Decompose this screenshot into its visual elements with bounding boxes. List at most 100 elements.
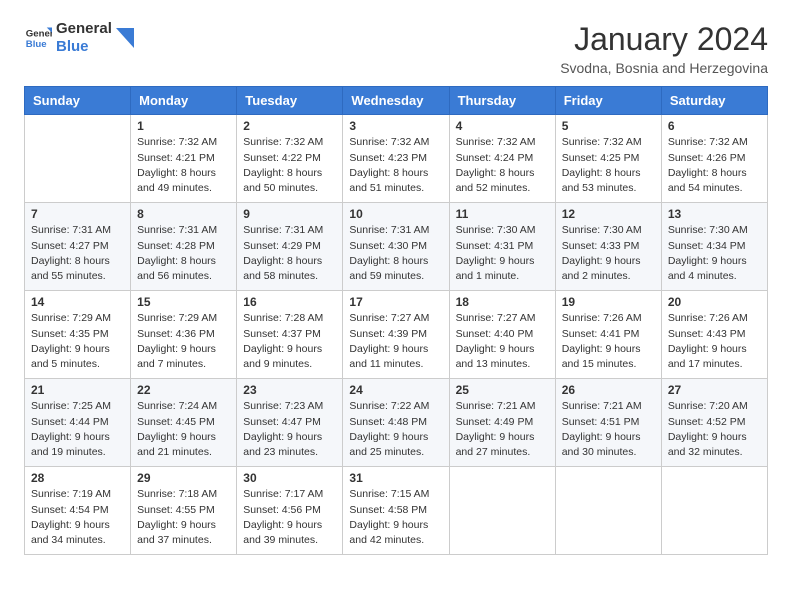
day-info: Sunrise: 7:23 AMSunset: 4:47 PMDaylight:…	[243, 399, 336, 460]
day-info: Sunrise: 7:27 AMSunset: 4:40 PMDaylight:…	[456, 311, 549, 372]
day-cell: 10 Sunrise: 7:31 AMSunset: 4:30 PMDayligh…	[343, 203, 449, 291]
weekday-thursday: Thursday	[449, 87, 555, 115]
day-number: 22	[137, 383, 230, 397]
logo-blue: Blue	[56, 38, 112, 56]
day-cell	[449, 467, 555, 555]
day-number: 23	[243, 383, 336, 397]
day-info: Sunrise: 7:30 AMSunset: 4:31 PMDaylight:…	[456, 223, 549, 284]
day-info: Sunrise: 7:32 AMSunset: 4:21 PMDaylight:…	[137, 135, 230, 196]
day-info: Sunrise: 7:32 AMSunset: 4:24 PMDaylight:…	[456, 135, 549, 196]
day-number: 4	[456, 119, 549, 133]
day-number: 19	[562, 295, 655, 309]
day-number: 15	[137, 295, 230, 309]
day-cell: 2 Sunrise: 7:32 AMSunset: 4:22 PMDaylight…	[237, 115, 343, 203]
day-info: Sunrise: 7:26 AMSunset: 4:41 PMDaylight:…	[562, 311, 655, 372]
day-info: Sunrise: 7:32 AMSunset: 4:26 PMDaylight:…	[668, 135, 761, 196]
day-cell: 13 Sunrise: 7:30 AMSunset: 4:34 PMDayligh…	[661, 203, 767, 291]
day-number: 21	[31, 383, 124, 397]
week-row-2: 14 Sunrise: 7:29 AMSunset: 4:35 PMDayligh…	[25, 291, 768, 379]
day-number: 7	[31, 207, 124, 221]
day-cell: 23 Sunrise: 7:23 AMSunset: 4:47 PMDayligh…	[237, 379, 343, 467]
day-info: Sunrise: 7:21 AMSunset: 4:51 PMDaylight:…	[562, 399, 655, 460]
day-cell: 8Sunrise: 7:31 AMSunset: 4:28 PMDaylight…	[131, 203, 237, 291]
calendar-table: SundayMondayTuesdayWednesdayThursdayFrid…	[24, 86, 768, 555]
day-cell: 18 Sunrise: 7:27 AMSunset: 4:40 PMDayligh…	[449, 291, 555, 379]
day-cell: 1 Sunrise: 7:32 AMSunset: 4:21 PMDaylight…	[131, 115, 237, 203]
week-row-0: 1 Sunrise: 7:32 AMSunset: 4:21 PMDaylight…	[25, 115, 768, 203]
day-info: Sunrise: 7:17 AMSunset: 4:56 PMDaylight:…	[243, 487, 336, 548]
day-cell: 31 Sunrise: 7:15 AMSunset: 4:58 PMDayligh…	[343, 467, 449, 555]
day-cell	[661, 467, 767, 555]
day-number: 30	[243, 471, 336, 485]
day-number: 2	[243, 119, 336, 133]
weekday-sunday: Sunday	[25, 87, 131, 115]
logo-text: General Blue	[56, 20, 112, 56]
day-cell: 21 Sunrise: 7:25 AMSunset: 4:44 PMDayligh…	[25, 379, 131, 467]
day-info: Sunrise: 7:29 AMSunset: 4:36 PMDaylight:…	[137, 311, 230, 372]
weekday-monday: Monday	[131, 87, 237, 115]
month-title: January 2024	[560, 20, 768, 58]
day-cell: 11 Sunrise: 7:30 AMSunset: 4:31 PMDayligh…	[449, 203, 555, 291]
day-cell: 27Sunrise: 7:20 AMSunset: 4:52 PMDayligh…	[661, 379, 767, 467]
week-row-3: 21 Sunrise: 7:25 AMSunset: 4:44 PMDayligh…	[25, 379, 768, 467]
day-info: Sunrise: 7:28 AMSunset: 4:37 PMDaylight:…	[243, 311, 336, 372]
day-info: Sunrise: 7:27 AMSunset: 4:39 PMDaylight:…	[349, 311, 442, 372]
day-info: Sunrise: 7:22 AMSunset: 4:48 PMDaylight:…	[349, 399, 442, 460]
header: General Blue General Blue January 2024 S…	[24, 20, 768, 76]
day-info: Sunrise: 7:26 AMSunset: 4:43 PMDaylight:…	[668, 311, 761, 372]
day-number: 16	[243, 295, 336, 309]
day-cell: 24Sunrise: 7:22 AMSunset: 4:48 PMDayligh…	[343, 379, 449, 467]
day-number: 3	[349, 119, 442, 133]
svg-text:General: General	[26, 28, 52, 39]
day-info: Sunrise: 7:19 AMSunset: 4:54 PMDaylight:…	[31, 487, 124, 548]
day-number: 26	[562, 383, 655, 397]
day-number: 14	[31, 295, 124, 309]
day-cell: 19 Sunrise: 7:26 AMSunset: 4:41 PMDayligh…	[555, 291, 661, 379]
day-number: 25	[456, 383, 549, 397]
day-cell: 16 Sunrise: 7:28 AMSunset: 4:37 PMDayligh…	[237, 291, 343, 379]
day-cell: 14 Sunrise: 7:29 AMSunset: 4:35 PMDayligh…	[25, 291, 131, 379]
logo-triangle-icon	[116, 28, 134, 48]
svg-text:Blue: Blue	[26, 39, 47, 50]
day-cell	[25, 115, 131, 203]
day-info: Sunrise: 7:30 AMSunset: 4:34 PMDaylight:…	[668, 223, 761, 284]
day-cell	[555, 467, 661, 555]
day-info: Sunrise: 7:32 AMSunset: 4:22 PMDaylight:…	[243, 135, 336, 196]
day-number: 29	[137, 471, 230, 485]
day-cell: 9Sunrise: 7:31 AMSunset: 4:29 PMDaylight…	[237, 203, 343, 291]
weekday-wednesday: Wednesday	[343, 87, 449, 115]
day-cell: 25 Sunrise: 7:21 AMSunset: 4:49 PMDayligh…	[449, 379, 555, 467]
weekday-friday: Friday	[555, 87, 661, 115]
day-cell: 26 Sunrise: 7:21 AMSunset: 4:51 PMDayligh…	[555, 379, 661, 467]
day-number: 11	[456, 207, 549, 221]
day-info: Sunrise: 7:31 AMSunset: 4:28 PMDaylight:…	[137, 223, 230, 284]
day-number: 10	[349, 207, 442, 221]
day-number: 17	[349, 295, 442, 309]
day-info: Sunrise: 7:31 AMSunset: 4:30 PMDaylight:…	[349, 223, 442, 284]
day-cell: 20Sunrise: 7:26 AMSunset: 4:43 PMDayligh…	[661, 291, 767, 379]
day-info: Sunrise: 7:15 AMSunset: 4:58 PMDaylight:…	[349, 487, 442, 548]
day-cell: 6 Sunrise: 7:32 AMSunset: 4:26 PMDaylight…	[661, 115, 767, 203]
day-number: 18	[456, 295, 549, 309]
day-cell: 22Sunrise: 7:24 AMSunset: 4:45 PMDayligh…	[131, 379, 237, 467]
day-number: 9	[243, 207, 336, 221]
day-number: 1	[137, 119, 230, 133]
weekday-header-row: SundayMondayTuesdayWednesdayThursdayFrid…	[25, 87, 768, 115]
day-cell: 3Sunrise: 7:32 AMSunset: 4:23 PMDaylight…	[343, 115, 449, 203]
day-cell: 7 Sunrise: 7:31 AMSunset: 4:27 PMDaylight…	[25, 203, 131, 291]
day-info: Sunrise: 7:29 AMSunset: 4:35 PMDaylight:…	[31, 311, 124, 372]
day-cell: 29 Sunrise: 7:18 AMSunset: 4:55 PMDayligh…	[131, 467, 237, 555]
weekday-tuesday: Tuesday	[237, 87, 343, 115]
day-info: Sunrise: 7:21 AMSunset: 4:49 PMDaylight:…	[456, 399, 549, 460]
day-info: Sunrise: 7:25 AMSunset: 4:44 PMDaylight:…	[31, 399, 124, 460]
day-info: Sunrise: 7:30 AMSunset: 4:33 PMDaylight:…	[562, 223, 655, 284]
day-cell: 15 Sunrise: 7:29 AMSunset: 4:36 PMDayligh…	[131, 291, 237, 379]
day-info: Sunrise: 7:31 AMSunset: 4:27 PMDaylight:…	[31, 223, 124, 284]
day-number: 31	[349, 471, 442, 485]
day-number: 13	[668, 207, 761, 221]
weekday-saturday: Saturday	[661, 87, 767, 115]
week-row-1: 7 Sunrise: 7:31 AMSunset: 4:27 PMDaylight…	[25, 203, 768, 291]
day-number: 6	[668, 119, 761, 133]
day-cell: 28Sunrise: 7:19 AMSunset: 4:54 PMDayligh…	[25, 467, 131, 555]
day-info: Sunrise: 7:18 AMSunset: 4:55 PMDaylight:…	[137, 487, 230, 548]
